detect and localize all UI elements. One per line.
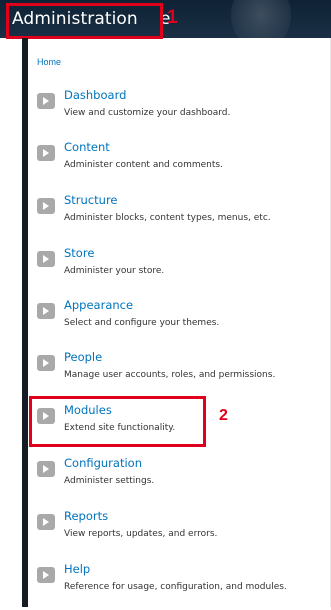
menu-item-content[interactable]: Content Administer content and comments.: [37, 140, 327, 188]
left-edge-bar: [22, 38, 28, 607]
menu-item-description: Administer your store.: [64, 266, 165, 276]
menu-item-description: Reference for usage, configuration, and …: [64, 582, 287, 592]
menu-item-description: Administer content and comments.: [64, 160, 223, 170]
arrow-right-icon: [37, 198, 55, 214]
annotation-box-2: [29, 396, 206, 447]
menu-item-configuration[interactable]: Configuration Administer settings.: [37, 456, 327, 504]
menu-item-people[interactable]: People Manage user accounts, roles, and …: [37, 350, 327, 398]
menu-item-title[interactable]: Dashboard: [64, 88, 126, 102]
annotation-box-1: [6, 3, 163, 39]
arrow-right-icon: [37, 514, 55, 530]
menu-item-store[interactable]: Store Administer your store.: [37, 246, 327, 294]
menu-item-title[interactable]: Structure: [64, 193, 118, 207]
menu-item-description: Administer settings.: [64, 476, 155, 486]
menu-item-description: Manage user accounts, roles, and permiss…: [64, 370, 276, 380]
menu-item-title[interactable]: Help: [64, 562, 90, 576]
arrow-right-icon: [37, 355, 55, 371]
arrow-right-icon: [37, 251, 55, 267]
annotation-label-2: 2: [219, 407, 228, 424]
menu-item-dashboard[interactable]: Dashboard View and customize your dashbo…: [37, 88, 327, 136]
breadcrumb-home[interactable]: Home: [37, 57, 61, 67]
menu-item-description: Select and configure your themes.: [64, 318, 220, 328]
menu-item-title[interactable]: Content: [64, 140, 110, 154]
header-decoration: [231, 0, 291, 38]
menu-item-title[interactable]: Appearance: [64, 298, 133, 312]
arrow-right-icon: [37, 303, 55, 319]
menu-item-description: View reports, updates, and errors.: [64, 529, 218, 539]
arrow-right-icon: [37, 461, 55, 477]
arrow-right-icon: [37, 93, 55, 109]
menu-item-title[interactable]: Configuration: [64, 456, 142, 470]
arrow-right-icon: [37, 145, 55, 161]
menu-item-title[interactable]: Store: [64, 246, 94, 260]
menu-item-description: Administer blocks, content types, menus,…: [64, 213, 271, 223]
menu-item-reports[interactable]: Reports View reports, updates, and error…: [37, 509, 327, 557]
menu-item-structure[interactable]: Structure Administer blocks, content typ…: [37, 193, 327, 241]
menu-item-title[interactable]: People: [64, 350, 102, 364]
menu-item-appearance[interactable]: Appearance Select and configure your the…: [37, 298, 327, 346]
annotation-label-1: 1: [167, 7, 178, 28]
arrow-right-icon: [37, 567, 55, 583]
menu-item-title[interactable]: Reports: [64, 509, 108, 523]
menu-item-help[interactable]: Help Reference for usage, configuration,…: [37, 562, 327, 610]
menu-item-description: View and customize your dashboard.: [64, 108, 231, 118]
